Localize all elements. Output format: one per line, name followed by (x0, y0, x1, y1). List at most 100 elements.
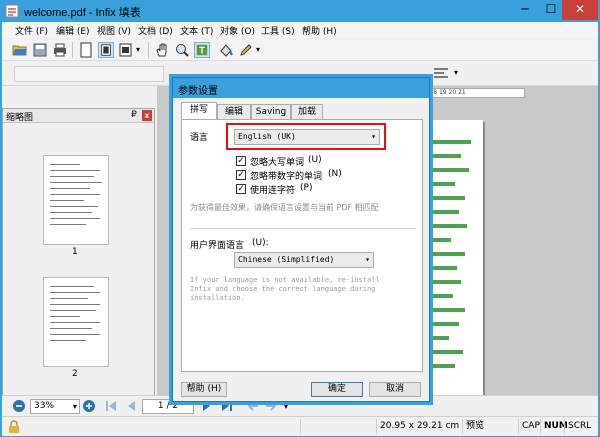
toolbar-separator (72, 42, 73, 58)
page-size-status: 20.95 x 29.21 cm (376, 419, 462, 434)
thumb-line (50, 218, 100, 219)
language-hint: 为获得最佳效果，请确保语言设置与当前 PDF 相匹配 (190, 203, 379, 212)
page-text-line (431, 350, 463, 354)
tab-saving[interactable]: Saving (251, 104, 291, 119)
thumb-line (50, 188, 90, 189)
menu-view[interactable]: 视图 (V) (97, 24, 131, 37)
single-page-icon[interactable] (78, 42, 94, 58)
page-text-line (431, 364, 455, 368)
menu-help[interactable]: 帮助 (H) (302, 24, 337, 37)
ruler-strip: 17 18 19 20 21 (417, 88, 525, 98)
thumb-line (50, 224, 86, 225)
text-edit-tool-icon[interactable] (194, 42, 210, 58)
tools-dropdown-icon[interactable]: ▾ (256, 42, 272, 58)
menu-document[interactable]: 文档 (D) (138, 24, 173, 37)
ignore-uppercase-label: 忽略大写单词 (250, 158, 305, 168)
menu-file[interactable]: 文件 (F) (15, 24, 48, 37)
ui-language-select[interactable]: Chinese (Simplified) ▾ (234, 252, 374, 268)
minimize-button[interactable]: ─ (512, 0, 538, 20)
chevron-down-icon: ▾ (72, 402, 77, 411)
zoom-tool-icon[interactable] (174, 42, 190, 58)
use-hyphenation-key: (P) (300, 183, 313, 193)
page-text-line (431, 266, 457, 270)
open-folder-icon[interactable] (12, 42, 28, 58)
thumbnails-header: 缩略图 ₽ x (3, 109, 154, 123)
status-cell-empty (300, 419, 376, 434)
cancel-button[interactable]: 取消 (369, 382, 421, 397)
preferences-dialog: 参数设置 拼写 编辑 Saving 加载 语言 English (UK) ▾ ✓… (172, 77, 430, 402)
history-dropdown-icon[interactable]: ▾ (284, 402, 288, 411)
menu-edit[interactable]: 编辑 (E) (56, 24, 90, 37)
pencil-tool-icon[interactable] (238, 42, 254, 58)
ignore-numbers-key: (N) (328, 169, 342, 179)
zoom-out-icon[interactable] (12, 399, 26, 413)
title-bar: welcome.pdf - Infix 填表 ─ ☐ ✕ (0, 0, 600, 22)
highlight-box (226, 123, 386, 150)
menu-tools[interactable]: 工具 (S) (261, 24, 295, 37)
page-text-line (431, 336, 449, 340)
thumb-line (50, 310, 96, 311)
fit-page-icon[interactable] (98, 42, 114, 58)
zoom-combo[interactable]: 33% ▾ (30, 399, 80, 414)
menu-object[interactable]: 对象 (O) (220, 24, 255, 37)
tab-editing[interactable]: 编辑 (217, 104, 251, 119)
language-label: 语言 (190, 133, 209, 143)
toolbar-separator (148, 42, 149, 58)
page-text-line (431, 322, 459, 326)
page-thumbnail-2[interactable] (43, 277, 109, 367)
page-text-line (431, 154, 461, 158)
section-divider (190, 228, 416, 229)
client-area: 文件 (F) 编辑 (E) 视图 (V) 文档 (D) 文本 (T) 对象 (O… (2, 22, 598, 436)
fill-tool-icon[interactable] (218, 42, 234, 58)
thumbnails-title: 缩略图 (6, 113, 34, 123)
app-icon (5, 4, 19, 18)
font-combo-disabled (14, 66, 164, 82)
view-dropdown-icon[interactable]: ▾ (136, 42, 152, 58)
page-text-line (431, 224, 467, 228)
page-text-line (431, 210, 459, 214)
use-hyphenation-checkbox[interactable]: ✓ (236, 184, 246, 194)
window-title: welcome.pdf - Infix 填表 (24, 7, 141, 19)
ui-language-hint: If your language is not available, re-in… (190, 276, 380, 302)
page-text-line (431, 280, 461, 284)
print-icon[interactable] (52, 42, 68, 58)
close-pane-icon[interactable]: x (142, 110, 152, 121)
maximize-button[interactable]: ☐ (538, 0, 564, 20)
thumb-line (50, 182, 102, 183)
align-icon (434, 68, 448, 78)
previous-page-icon[interactable] (124, 399, 138, 413)
page-text-line (431, 168, 469, 172)
pin-icon[interactable]: ₽ (129, 110, 139, 121)
tab-spelling[interactable]: 拼写 (181, 102, 217, 119)
help-button[interactable]: 帮助 (H) (181, 382, 227, 397)
page-text-line (431, 308, 465, 312)
ignore-uppercase-checkbox[interactable]: ✓ (236, 156, 246, 166)
thumb-line (50, 200, 84, 201)
align-dropdown-icon: ▾ (454, 68, 459, 77)
ignore-numbers-label: 忽略带数字的单词 (250, 172, 323, 182)
ui-language-select-value: Chinese (Simplified) (238, 255, 335, 264)
thumb-line (50, 340, 86, 341)
mode-status: 预览 (462, 419, 518, 434)
ignore-numbers-checkbox[interactable]: ✓ (236, 170, 246, 180)
tab-loading[interactable]: 加载 (291, 104, 323, 119)
zoom-in-icon[interactable] (82, 399, 96, 413)
ui-language-key: (U): (252, 238, 269, 248)
first-page-icon[interactable] (104, 399, 118, 413)
thumb-line (50, 170, 100, 171)
save-icon[interactable] (32, 42, 48, 58)
main-toolbar: ▾ ▾ (2, 39, 598, 61)
thumb-line (50, 292, 100, 293)
thumb-line (50, 212, 92, 213)
fit-width-icon[interactable] (118, 42, 134, 58)
page-text-line (431, 182, 455, 186)
ok-button[interactable]: 确定 (311, 382, 363, 397)
menu-text[interactable]: 文本 (T) (180, 24, 213, 37)
thumb-line (50, 304, 100, 305)
thumb-line (50, 334, 100, 335)
close-window-button[interactable]: ✕ (562, 0, 598, 20)
caps-indicator: CAP (518, 419, 540, 434)
page-thumbnail-1[interactable] (43, 155, 109, 245)
hand-tool-icon[interactable] (154, 42, 170, 58)
use-hyphenation-label: 使用连字符 (250, 186, 296, 196)
